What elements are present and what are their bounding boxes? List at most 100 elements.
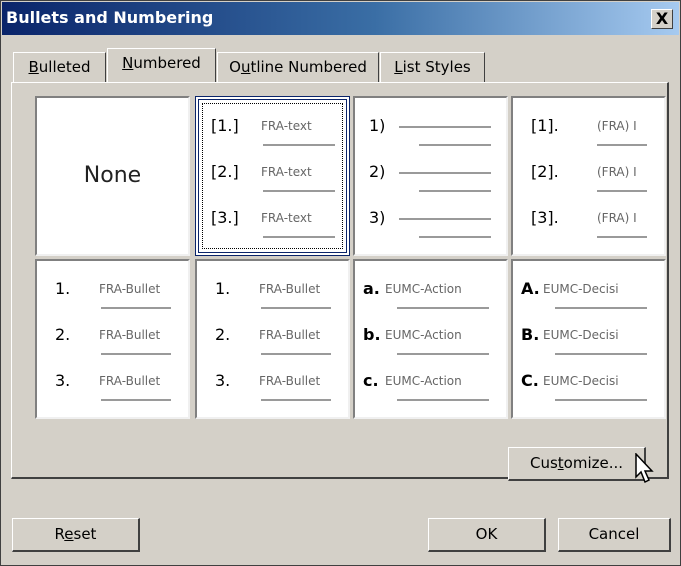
sample-line [263,190,335,192]
dialog-title: Bullets and Numbering [6,8,214,27]
sample-line [399,218,491,220]
customize-label-rest: omize... [563,454,624,472]
list-option-bracket-dot[interactable]: [1.] FRA-text [2.] FRA-text [3.] FRA-tex… [195,96,350,256]
number-label: 2. [215,325,231,344]
sample-line [397,399,489,401]
sample-line [597,236,647,238]
sample-text: EUMC-Action [385,282,462,296]
sample-line [555,353,647,355]
list-option-row: [2]. (FRA) I [513,162,664,202]
cancel-button[interactable]: Cancel [558,518,671,552]
none-label: None [83,163,142,188]
reset-label-rest: set [73,525,97,543]
letter-label: B. [521,325,540,344]
number-label: 1) [369,116,386,135]
sample-line [397,307,489,309]
sample-line [101,353,171,355]
list-option-row: C. EUMC-Decisi [513,371,664,411]
list-option-paren[interactable]: 1) 2) 3) [353,96,508,256]
list-option-row: [1.] FRA-text [199,116,346,156]
sample-line [597,144,647,146]
reset-label-key: e [64,525,74,543]
number-label: 1. [215,279,231,298]
letter-label: a. [363,279,380,298]
letter-label: A. [521,279,540,298]
sample-text: FRA-Bullet [99,328,161,342]
number-label: [2.] [211,162,239,181]
tab-numbered-key: N [122,54,134,72]
tab-outline-label: tline Numbered [250,58,367,76]
mouse-pointer-icon [635,453,654,484]
number-label: 2) [369,162,386,181]
list-option-row: [3]. (FRA) I [513,208,664,248]
title-bar: Bullets and Numbering X [2,2,679,35]
number-label: 3. [215,371,231,390]
list-option-row: b. EUMC-Action [355,325,506,365]
list-option-row: [1]. (FRA) I [513,116,664,156]
list-option-row: 3. FRA-Bullet [197,371,348,411]
number-label: 2. [55,325,71,344]
sample-line [419,144,491,146]
sample-line [597,190,647,192]
sample-text: (FRA) I [597,165,637,179]
tab-outline-numbered[interactable]: Outline Numbered [217,52,379,82]
letter-label: c. [363,371,379,390]
sample-text: FRA-text [261,165,312,179]
sample-text: (FRA) I [597,211,637,225]
list-option-number-dot-2[interactable]: 1. FRA-Bullet 2. FRA-Bullet 3. FRA-Bulle… [195,259,350,419]
sample-text: EUMC-Decisi [543,282,619,296]
letter-label: b. [363,325,381,344]
sample-line [555,399,647,401]
number-label: 3. [55,371,71,390]
sample-text: EUMC-Action [385,328,462,342]
tab-list-styles-key: L [394,58,403,76]
tab-list-styles[interactable]: List Styles [380,52,485,82]
sample-line [263,144,335,146]
close-button[interactable]: X [651,9,673,29]
list-option-none[interactable]: None [35,96,190,256]
sample-line [419,236,491,238]
sample-line [555,307,647,309]
sample-line [399,172,491,174]
list-option-row: 3. FRA-Bullet [37,371,188,411]
numbered-tab-panel: None [1.] FRA-text [2.] FRA-text [3.] FR… [11,82,669,481]
list-option-lowercase-letter[interactable]: a. EUMC-Action b. EUMC-Action c. EUMC-Ac… [353,259,508,419]
list-option-row: [2.] FRA-text [199,162,346,202]
list-option-row: a. EUMC-Action [355,279,506,319]
customize-label-pre: Cus [529,454,558,472]
tab-bulleted-key: B [28,58,39,76]
sample-text: EUMC-Decisi [543,328,619,342]
tab-bulleted-label: ulleted [38,58,91,76]
number-label: 1. [55,279,71,298]
list-option-row: 1. FRA-Bullet [197,279,348,319]
tab-list-styles-label: ist Styles [402,58,471,76]
sample-text: FRA-Bullet [259,282,321,296]
sample-text: FRA-Bullet [99,374,161,388]
list-option-row: 2. FRA-Bullet [37,325,188,365]
sample-text: FRA-text [261,119,312,133]
reset-label-pre: R [54,525,65,543]
sample-text: (FRA) I [597,119,637,133]
sample-text: FRA-Bullet [259,374,321,388]
number-label: [3.] [211,208,239,227]
list-option-bracket-number[interactable]: [1]. (FRA) I [2]. (FRA) I [3]. (FRA) I [511,96,666,256]
ok-button[interactable]: OK [428,518,546,552]
tab-outline-pre: O [229,58,241,76]
list-option-uppercase-letter[interactable]: A. EUMC-Decisi B. EUMC-Decisi C. EUMC-De… [511,259,666,419]
number-label: [3]. [531,208,559,227]
tab-numbered[interactable]: Numbered [107,48,216,82]
reset-button[interactable]: Reset [12,518,140,552]
sample-line [101,399,171,401]
bullets-numbering-dialog: Bullets and Numbering X Bulleted Numbere… [0,0,681,566]
customize-button[interactable]: Customize... [508,447,646,481]
sample-line [399,126,491,128]
letter-label: C. [521,371,539,390]
list-option-row: 1) [355,116,506,156]
tab-bulleted[interactable]: Bulleted [13,52,106,82]
sample-line [263,236,335,238]
list-option-row: c. EUMC-Action [355,371,506,411]
sample-text: FRA-text [261,211,312,225]
tab-numbered-label: umbered [133,54,201,72]
sample-line [261,307,331,309]
list-option-number-dot-1[interactable]: 1. FRA-Bullet 2. FRA-Bullet 3. FRA-Bulle… [35,259,190,419]
